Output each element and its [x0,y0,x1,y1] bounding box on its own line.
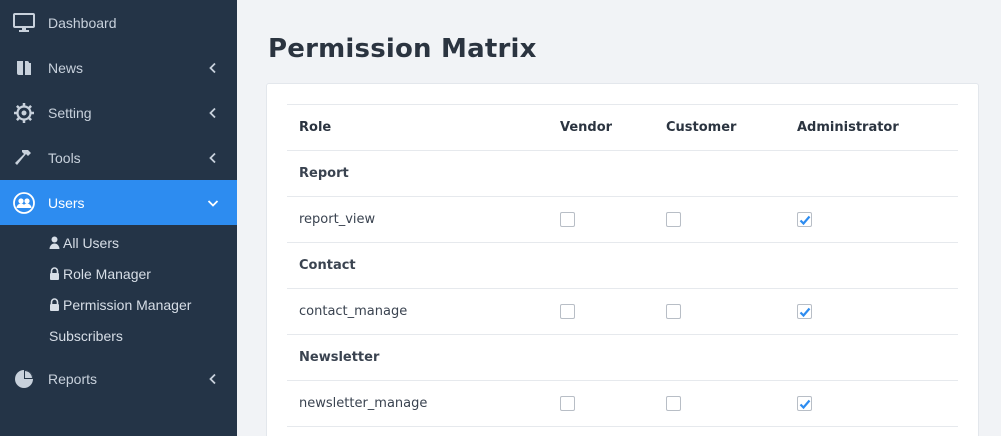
submenu-item-role-manager[interactable]: Role Manager [0,258,237,289]
submenu-item-label: All Users [63,234,120,251]
group-name: Report [287,150,958,197]
permission-row: newsletter_manage [287,380,958,427]
vendor-checkbox[interactable] [560,212,575,227]
table-end-row [287,426,958,436]
checkmark-icon [799,215,811,226]
chevron-left-icon [209,152,216,163]
column-header-administrator: Administrator [797,104,958,151]
column-header-customer: Customer [666,104,797,151]
chevron-left-icon [209,62,216,73]
page-title: Permission Matrix [268,34,537,64]
sidebar-item-label: Dashboard [48,14,117,31]
group-row: Newsletter [287,334,958,381]
sidebar-item-reports[interactable]: Reports [0,356,237,401]
monitor-icon [13,12,35,34]
hammer-icon [13,147,35,169]
submenu-item-label: Permission Manager [63,296,192,313]
permission-matrix-card: Role Vendor Customer Administrator Repor… [266,83,979,436]
gear-icon [13,102,35,124]
submenu-item-label: Subscribers [49,327,123,344]
checkmark-icon [799,399,811,410]
book-icon [13,57,35,79]
sidebar-item-label: Tools [48,149,81,166]
permission-name: newsletter_manage [287,380,560,427]
group-row: Report [287,150,958,197]
vendor-checkbox[interactable] [560,396,575,411]
submenu-item-all-users[interactable]: All Users [0,227,237,258]
chevron-left-icon [209,107,216,118]
checkmark-icon [799,307,811,318]
users-icon [13,191,35,214]
submenu-item-subscribers[interactable]: Subscribers [0,320,237,351]
permission-matrix-table: Role Vendor Customer Administrator Repor… [287,104,958,436]
customer-checkbox[interactable] [666,396,681,411]
customer-checkbox[interactable] [666,212,681,227]
submenu-item-permission-manager[interactable]: Permission Manager [0,289,237,320]
users-submenu: All Users Role Manager Permission Manage… [0,225,237,356]
sidebar-item-tools[interactable]: Tools [0,135,237,180]
permission-row: contact_manage [287,288,958,335]
group-name: Contact [287,242,958,289]
lock-icon [49,267,60,280]
group-name: Newsletter [287,334,958,381]
chevron-down-icon [207,199,219,207]
pie-chart-icon [13,368,35,390]
user-icon [49,236,60,249]
table-header-row: Role Vendor Customer Administrator [287,104,958,151]
sidebar-item-label: News [48,59,84,76]
permission-row: report_view [287,196,958,243]
lock-icon [49,298,60,311]
permission-name: report_view [287,196,560,243]
sidebar-item-users[interactable]: Users [0,180,237,225]
vendor-checkbox[interactable] [560,304,575,319]
administrator-checkbox[interactable] [797,212,812,227]
permission-name: contact_manage [287,288,560,335]
sidebar: Dashboard News Setting Tools Users All U… [0,0,237,436]
column-header-role: Role [287,104,560,151]
sidebar-item-dashboard[interactable]: Dashboard [0,0,237,45]
sidebar-item-label: Setting [48,104,92,121]
column-header-vendor: Vendor [560,104,666,151]
administrator-checkbox[interactable] [797,396,812,411]
administrator-checkbox[interactable] [797,304,812,319]
sidebar-item-label: Reports [48,370,98,387]
submenu-item-label: Role Manager [63,265,151,282]
group-row: Contact [287,242,958,289]
sidebar-item-setting[interactable]: Setting [0,90,237,135]
sidebar-item-label: Users [48,194,85,211]
chevron-left-icon [209,373,216,384]
customer-checkbox[interactable] [666,304,681,319]
sidebar-item-news[interactable]: News [0,45,237,90]
